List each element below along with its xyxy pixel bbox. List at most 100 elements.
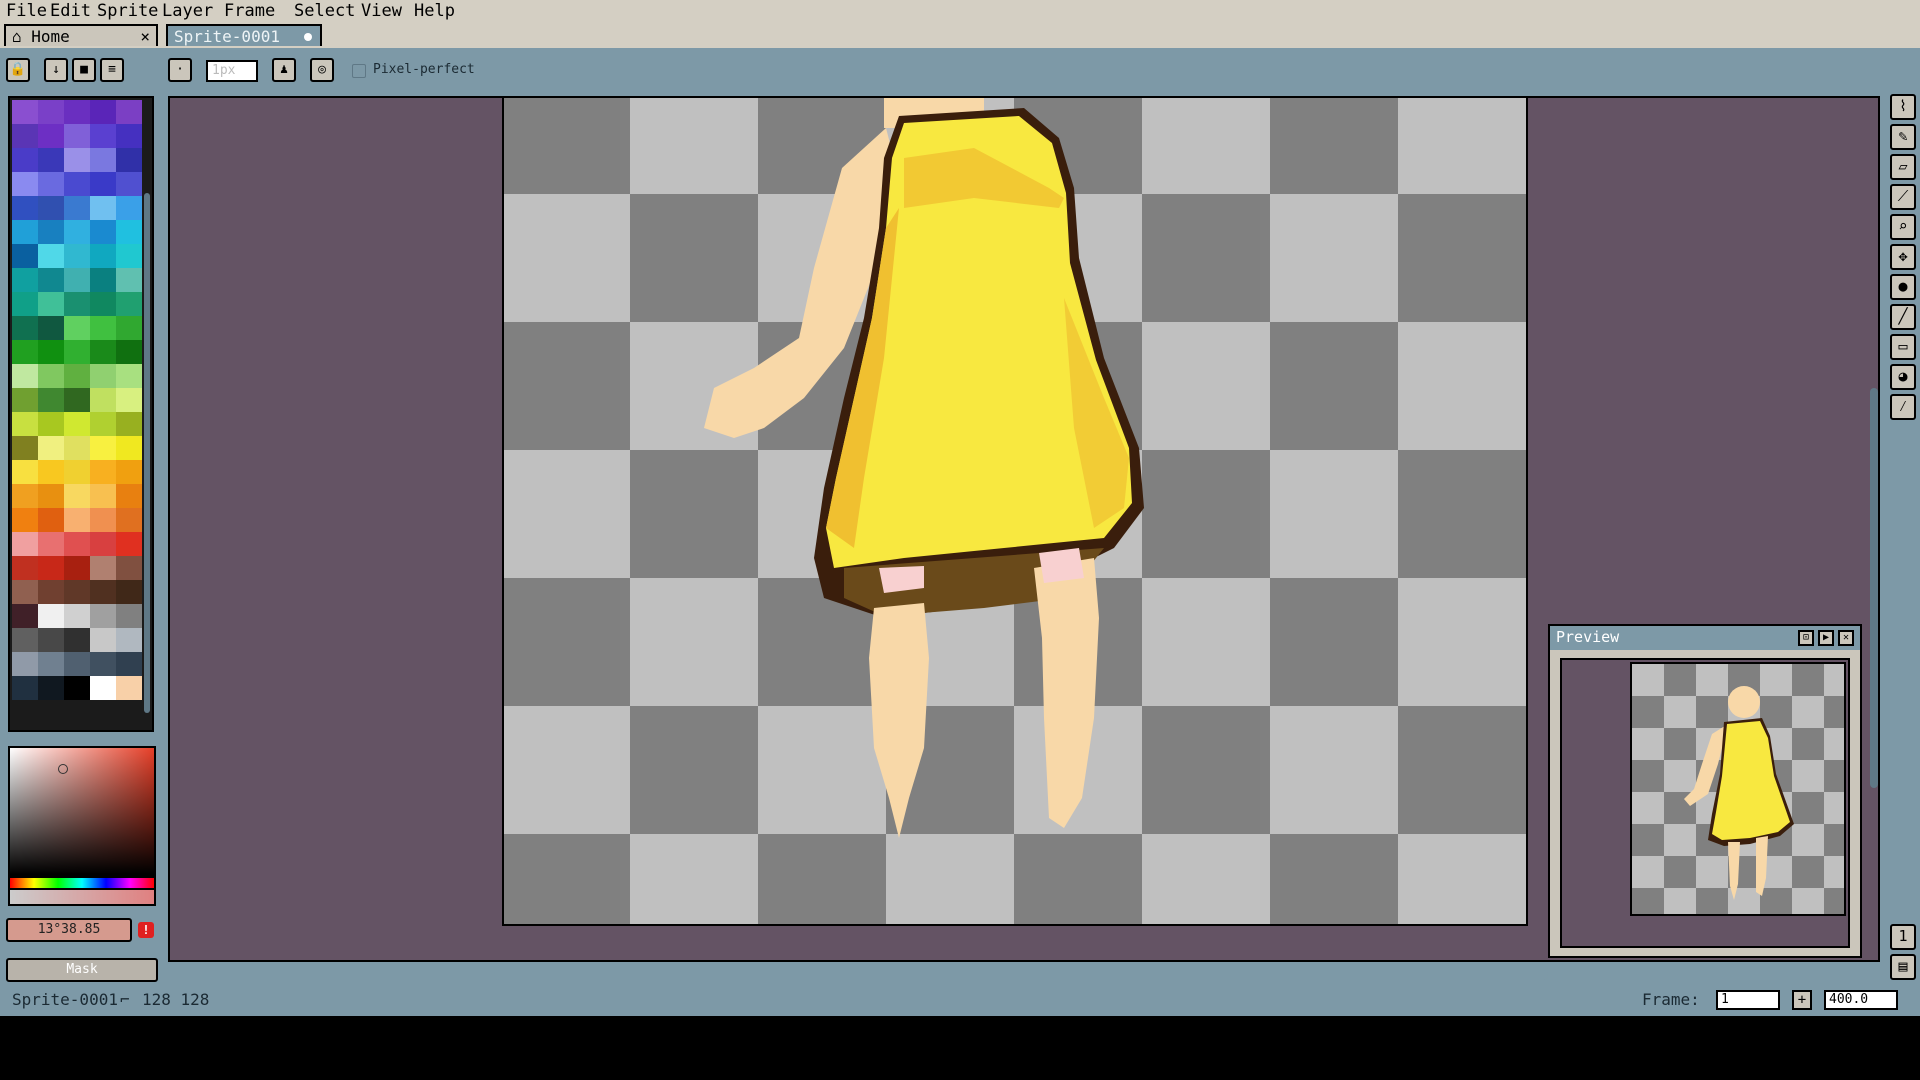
palette-swatch[interactable]: [38, 268, 64, 292]
palette-swatch[interactable]: [38, 292, 64, 316]
blur-icon[interactable]: ⁄: [1890, 394, 1916, 420]
preview-sprite[interactable]: [1630, 662, 1846, 916]
palette-swatch[interactable]: [64, 388, 90, 412]
palette-swatch[interactable]: [116, 532, 142, 556]
palette-swatch[interactable]: [116, 148, 142, 172]
palette-swatch[interactable]: [38, 580, 64, 604]
hue-slider[interactable]: [8, 876, 156, 890]
palette-swatch[interactable]: [12, 124, 38, 148]
menu-help[interactable]: Help: [414, 1, 455, 23]
palette-swatch[interactable]: [12, 532, 38, 556]
palette-swatch[interactable]: [64, 340, 90, 364]
palette-swatch[interactable]: [116, 364, 142, 388]
palette-swatch[interactable]: [116, 436, 142, 460]
palette-swatch[interactable]: [64, 292, 90, 316]
square-icon[interactable]: ■: [72, 58, 96, 82]
timeline-icon[interactable]: ▤: [1890, 954, 1916, 980]
menu-frame[interactable]: Frame: [224, 1, 275, 23]
palette-swatch[interactable]: [12, 100, 38, 124]
palette-swatch[interactable]: [38, 508, 64, 532]
palette-swatch[interactable]: [116, 244, 142, 268]
palette-swatch[interactable]: [116, 316, 142, 340]
ink-icon[interactable]: ♟: [272, 58, 296, 82]
palette-swatch[interactable]: [90, 388, 116, 412]
palette-swatch[interactable]: [12, 388, 38, 412]
palette-swatch[interactable]: [64, 196, 90, 220]
palette-swatch[interactable]: [90, 364, 116, 388]
palette-swatch[interactable]: [116, 340, 142, 364]
brush-type-icon[interactable]: ·: [168, 58, 192, 82]
palette-swatch[interactable]: [64, 604, 90, 628]
color-value-button[interactable]: 13°38.85: [6, 918, 132, 942]
picker-cursor[interactable]: [58, 764, 68, 774]
palette-swatch[interactable]: [90, 148, 116, 172]
fill-icon[interactable]: ●: [1890, 274, 1916, 300]
palette-swatch[interactable]: [64, 436, 90, 460]
unsaved-dot-icon[interactable]: [304, 33, 312, 41]
palette-swatch[interactable]: [116, 412, 142, 436]
sprite-canvas[interactable]: [502, 96, 1528, 926]
palette-swatch[interactable]: [64, 580, 90, 604]
palette-swatch[interactable]: [90, 580, 116, 604]
menu-select[interactable]: Select: [294, 1, 355, 23]
palette-swatch[interactable]: [90, 196, 116, 220]
close-icon[interactable]: ×: [140, 26, 150, 48]
palette-swatch[interactable]: [90, 100, 116, 124]
palette-swatch[interactable]: [64, 676, 90, 700]
palette-swatch[interactable]: [12, 220, 38, 244]
palette-swatch[interactable]: [38, 556, 64, 580]
menu-lines-icon[interactable]: ≡: [100, 58, 124, 82]
actual-size-icon[interactable]: 1: [1890, 924, 1916, 950]
palette-swatch[interactable]: [64, 172, 90, 196]
menu-sprite[interactable]: Sprite: [97, 1, 158, 23]
palette-swatch[interactable]: [12, 604, 38, 628]
palette-swatch[interactable]: [116, 652, 142, 676]
palette-swatch[interactable]: [90, 244, 116, 268]
palette-swatch[interactable]: [90, 340, 116, 364]
vertical-scrollbar[interactable]: [1870, 388, 1878, 788]
palette-swatch[interactable]: [38, 652, 64, 676]
palette-swatch[interactable]: [12, 460, 38, 484]
zoom-input[interactable]: 400.0: [1824, 990, 1898, 1010]
frame-input[interactable]: 1: [1716, 990, 1780, 1010]
palette-swatch[interactable]: [38, 148, 64, 172]
palette-swatch[interactable]: [12, 556, 38, 580]
palette-swatch[interactable]: [64, 268, 90, 292]
palette-swatch[interactable]: [90, 220, 116, 244]
tab-sprite[interactable]: Sprite-0001: [166, 24, 322, 46]
palette-swatch[interactable]: [64, 652, 90, 676]
palette-swatch[interactable]: [64, 316, 90, 340]
palette-swatch[interactable]: [116, 268, 142, 292]
preview-center-icon[interactable]: ⊡: [1798, 630, 1814, 646]
rectangle-icon[interactable]: ▭: [1890, 334, 1916, 360]
palette-swatch[interactable]: [12, 364, 38, 388]
preview-play-icon[interactable]: ▶: [1818, 630, 1834, 646]
brush-size-input[interactable]: 1px: [206, 60, 258, 82]
palette-swatch[interactable]: [116, 388, 142, 412]
palette-swatch[interactable]: [116, 604, 142, 628]
menu-layer[interactable]: Layer: [162, 1, 213, 23]
palette-swatch[interactable]: [38, 364, 64, 388]
menu-view[interactable]: View: [361, 1, 402, 23]
palette-swatch[interactable]: [38, 604, 64, 628]
palette-swatch[interactable]: [12, 316, 38, 340]
palette-swatch[interactable]: [90, 412, 116, 436]
palette-swatch[interactable]: [64, 244, 90, 268]
palette-swatch[interactable]: [38, 316, 64, 340]
palette-swatch[interactable]: [116, 628, 142, 652]
palette-swatch[interactable]: [90, 316, 116, 340]
palette-swatch[interactable]: [12, 244, 38, 268]
palette-scrollbar[interactable]: [144, 193, 150, 713]
move-icon[interactable]: ✥: [1890, 244, 1916, 270]
palette-swatch[interactable]: [116, 196, 142, 220]
palette-swatch[interactable]: [12, 508, 38, 532]
palette-swatch[interactable]: [12, 268, 38, 292]
pencil-icon[interactable]: ✎: [1890, 124, 1916, 150]
alpha-slider[interactable]: [8, 890, 156, 906]
palette-swatch[interactable]: [64, 124, 90, 148]
palette-swatch[interactable]: [38, 196, 64, 220]
palette-swatch[interactable]: [38, 436, 64, 460]
palette-swatch[interactable]: [64, 556, 90, 580]
mask-button[interactable]: Mask: [6, 958, 158, 982]
contour-icon[interactable]: ◕: [1890, 364, 1916, 390]
